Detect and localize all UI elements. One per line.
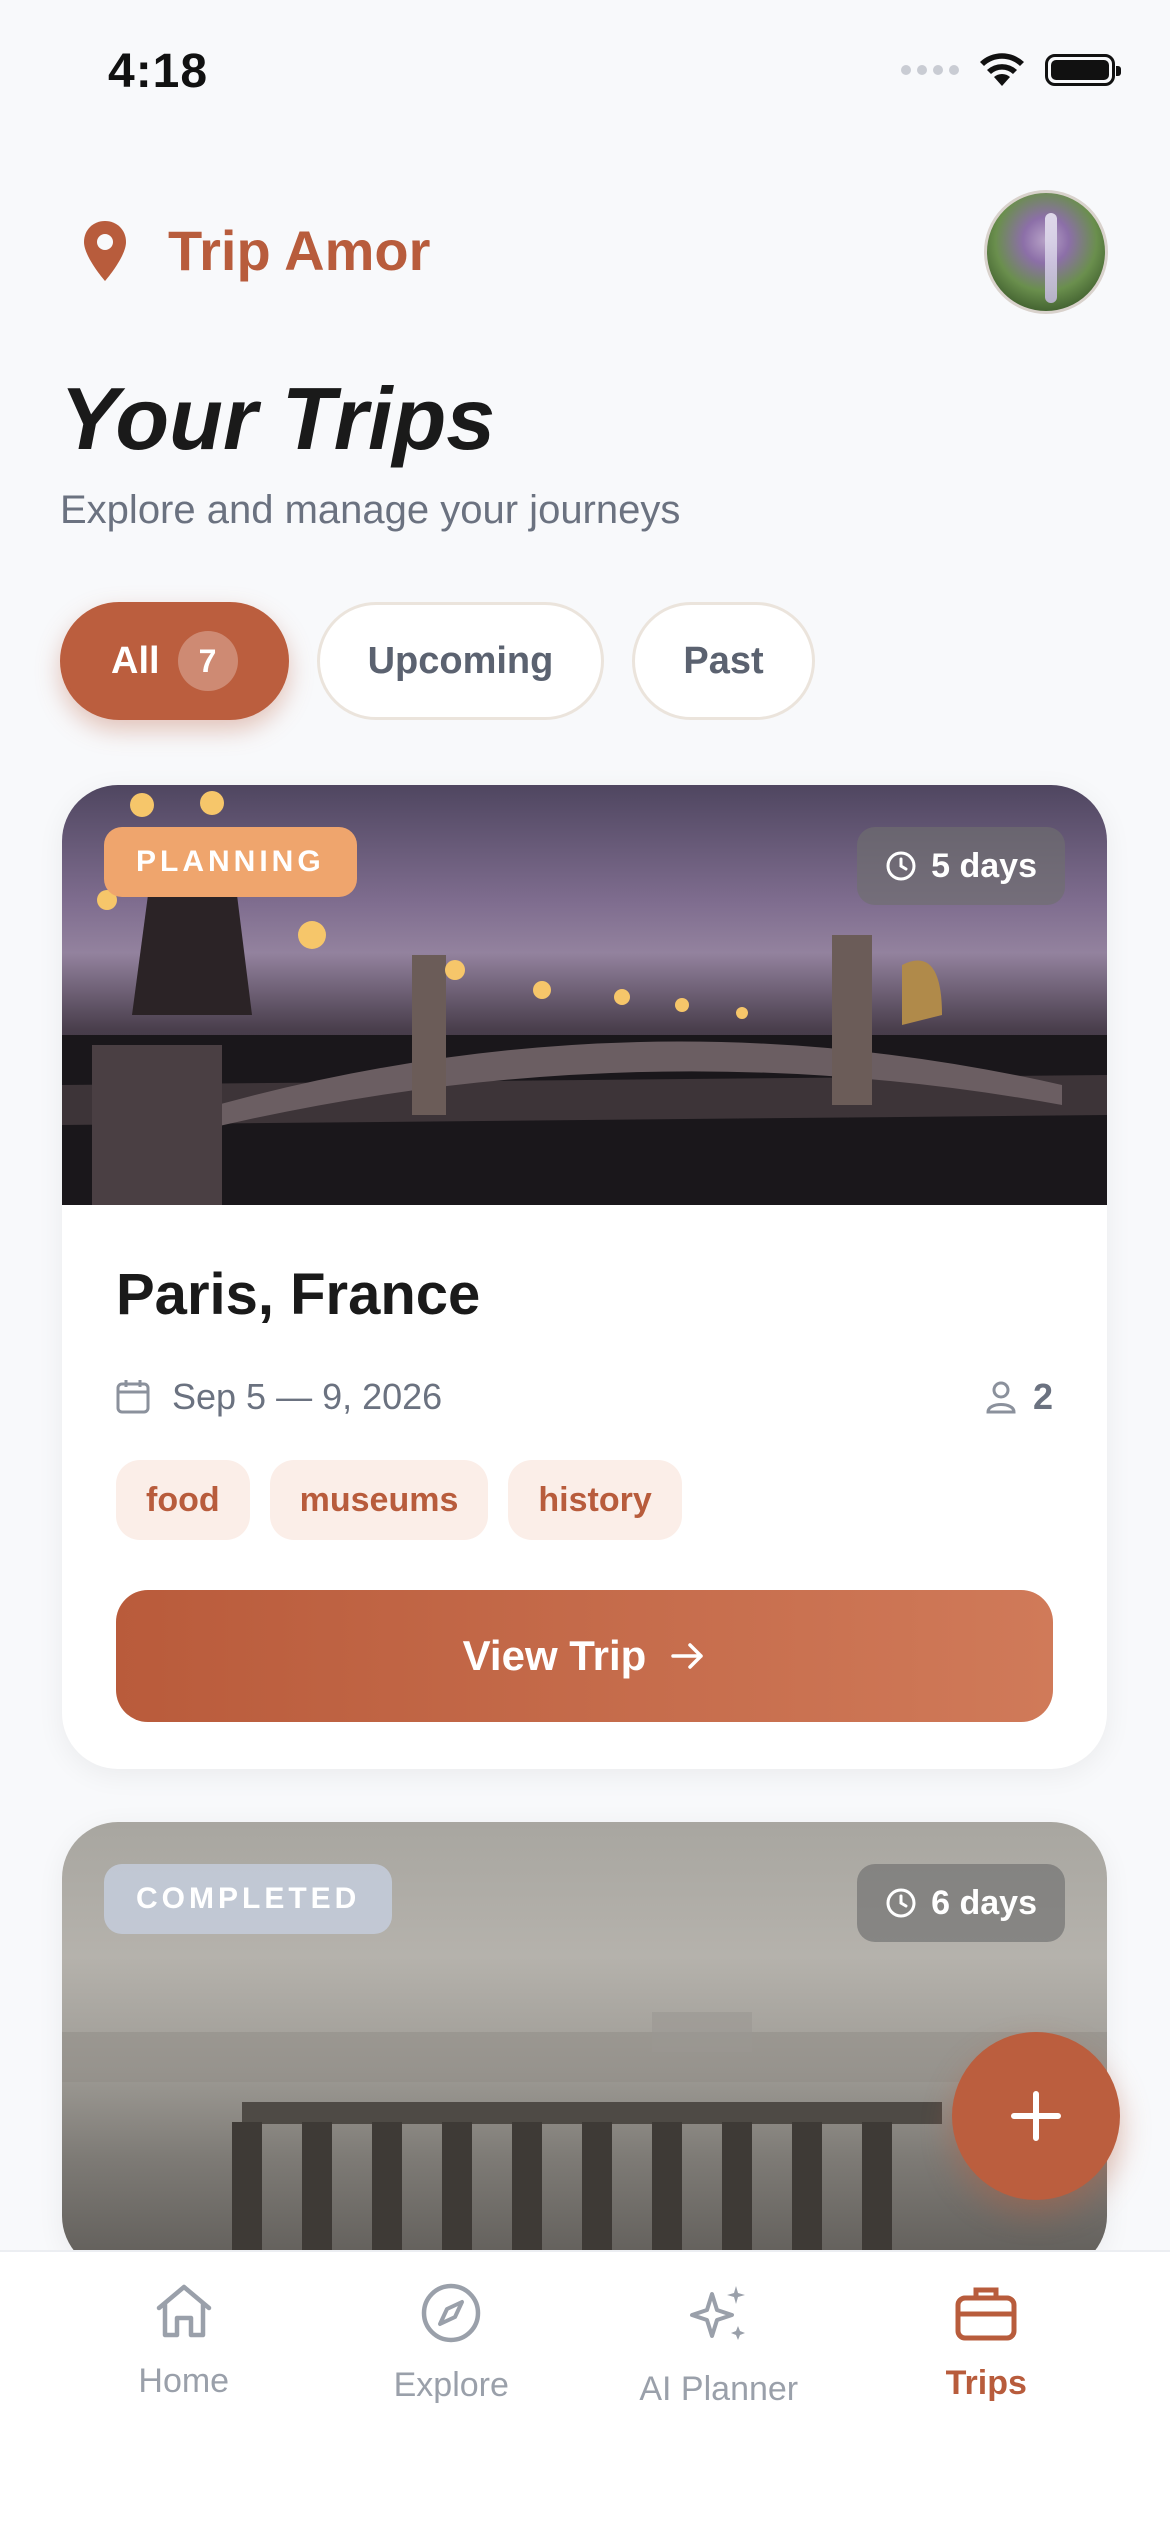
trip-cover-image: COMPLETED 6 days <box>62 1822 1107 2272</box>
user-icon <box>986 1381 1016 1414</box>
nav-trips[interactable]: Trips <box>866 2282 1106 2532</box>
nav-explore-label: Explore <box>393 2366 509 2404</box>
nav-explore[interactable]: Explore <box>331 2282 571 2532</box>
filter-chips: All 7 Upcoming Past <box>60 602 815 720</box>
home-icon <box>156 2284 211 2338</box>
compass-icon <box>422 2283 481 2343</box>
battery-icon <box>1045 54 1121 86</box>
nav-home-label: Home <box>138 2362 230 2400</box>
status-bar: 4:18 <box>0 0 1170 150</box>
filter-all-count: 7 <box>177 631 238 691</box>
nav-home[interactable]: Home <box>64 2282 304 2532</box>
status-indicators <box>901 52 1121 88</box>
nav-trips-label: Trips <box>945 2364 1027 2402</box>
trip-title: Paris, France <box>116 1262 481 1327</box>
view-trip-label: View Trip <box>462 1632 647 1679</box>
status-badge: PLANNING <box>104 827 357 897</box>
trip-dates-label: Sep 5 — 9, 2026 <box>172 1376 443 1417</box>
traveler-count: 2 <box>985 1376 1053 1418</box>
trip-tags: food museums history <box>116 1460 1053 1540</box>
avatar[interactable] <box>984 190 1108 314</box>
traveler-count-label: 2 <box>1032 1376 1053 1417</box>
tag-food[interactable]: food <box>116 1460 250 1540</box>
cellular-signal-icon <box>901 65 959 75</box>
add-trip-button[interactable] <box>952 2032 1120 2200</box>
page-subtitle: Explore and manage your journeys <box>60 488 681 532</box>
wifi-icon <box>980 53 1024 86</box>
duration-pill: 6 days <box>857 1864 1065 1942</box>
map-pin-icon <box>84 220 126 281</box>
clock-icon <box>886 1888 916 1918</box>
arrow-right-icon <box>671 1643 704 1669</box>
bottom-nav: Home Explore AI Planner Trips <box>0 2250 1170 2532</box>
nav-ai-planner-label: AI Planner <box>639 2370 799 2408</box>
trip-dates: Sep 5 — 9, 2026 <box>116 1376 442 1418</box>
tag-history[interactable]: history <box>508 1460 682 1540</box>
filter-past[interactable]: Past <box>632 602 815 720</box>
view-trip-button[interactable]: View Trip <box>116 1590 1053 1722</box>
status-badge: COMPLETED <box>104 1864 393 1934</box>
duration-label: 6 days <box>931 1883 1037 1922</box>
duration-pill: 5 days <box>857 827 1065 905</box>
clock-icon <box>886 851 916 881</box>
brand-name: Trip Amor <box>168 219 431 282</box>
calendar-icon <box>116 1380 150 1414</box>
trip-card[interactable]: COMPLETED 6 days <box>62 1822 1107 2272</box>
filter-upcoming[interactable]: Upcoming <box>316 602 605 720</box>
sparkles-icon <box>689 2286 745 2340</box>
trip-cover-image: PLANNING 5 days <box>62 785 1107 1205</box>
filter-all[interactable]: All 7 <box>60 602 289 720</box>
page-title: Your Trips <box>60 369 496 468</box>
plus-icon <box>1011 2091 1061 2141</box>
trip-card[interactable]: PLANNING 5 days Paris, France Sep 5 — 9,… <box>62 785 1107 1769</box>
filter-all-label: All <box>111 639 160 682</box>
status-time: 4:18 <box>108 45 209 98</box>
nav-ai-planner[interactable]: AI Planner <box>599 2282 839 2532</box>
brand[interactable]: Trip Amor <box>82 218 430 283</box>
tag-museums[interactable]: museums <box>269 1460 489 1540</box>
briefcase-icon <box>955 2287 1017 2341</box>
duration-label: 5 days <box>931 846 1037 885</box>
